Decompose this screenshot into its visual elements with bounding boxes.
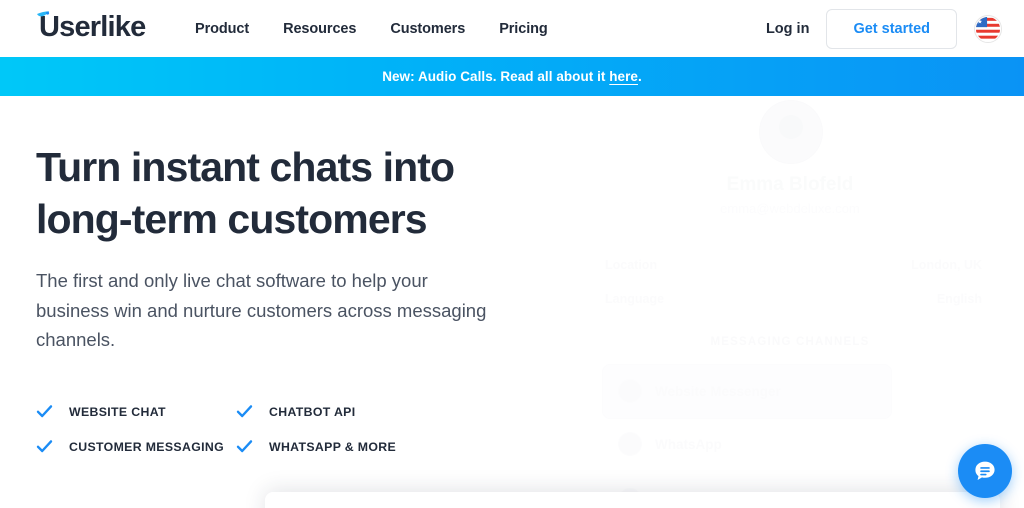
background-channel-label: Website Messenger [655, 383, 781, 399]
feature-item-whatsapp-and-more: WHATSAPP & MORE [236, 438, 436, 455]
check-icon [36, 403, 53, 420]
nav-item-resources[interactable]: Resources [283, 21, 356, 37]
headline-line-2: long-term customers [36, 196, 428, 242]
feature-label: CUSTOMER MESSAGING [69, 439, 225, 454]
announcement-banner-text: New: Audio Calls. Read all about it here… [382, 69, 642, 84]
check-icon [36, 438, 53, 455]
get-started-button[interactable]: Get started [826, 8, 957, 49]
chat-bubble-icon [971, 457, 999, 485]
background-section-title: MESSAGING CHANNELS [710, 336, 870, 348]
feature-item-customer-messaging: CUSTOMER MESSAGING [36, 438, 236, 455]
chat-widget-button[interactable] [958, 444, 1012, 498]
headline-line-1: Turn instant chats into [36, 144, 455, 190]
announcement-text-before: New: Audio Calls. Read all about it [382, 69, 610, 84]
announcement-here-link[interactable]: here [609, 69, 638, 84]
nav-item-pricing[interactable]: Pricing [499, 21, 548, 37]
feature-list: WEBSITE CHAT CHATBOT API CUSTOMER MESSAG… [36, 403, 456, 455]
nav-item-customers[interactable]: Customers [390, 21, 465, 37]
page-title: Turn instant chats into long-term custome… [36, 141, 556, 245]
announcement-text-after: . [637, 69, 642, 84]
background-channel-card [602, 364, 892, 419]
background-channel-whatsapp: WhatsApp [618, 432, 722, 456]
background-row-value-language: English [936, 292, 982, 306]
login-link[interactable]: Log in [766, 21, 810, 37]
background-contact-email: emma@webdeluxe.com [720, 201, 860, 216]
background-contact-name: Emma Blofeld [726, 174, 854, 195]
check-icon [236, 403, 253, 420]
main-navigation: Product Resources Customers Pricing [195, 0, 548, 57]
background-row-label-language: Language [605, 292, 665, 306]
landing-page: Emma Blofeld emma@webdeluxe.com Location… [0, 0, 1024, 508]
whatsapp-icon [618, 432, 642, 456]
feature-label: WHATSAPP & MORE [269, 439, 397, 454]
announcement-banner[interactable]: New: Audio Calls. Read all about it here… [0, 57, 1024, 96]
header-actions: Log in Get started [766, 0, 1002, 57]
background-contact-card-art: Emma Blofeld emma@webdeluxe.com Location… [560, 96, 1024, 508]
background-row-label-location: Location [605, 258, 658, 272]
site-header: Userlike Product Resources Customers Pri… [0, 0, 1024, 57]
feature-label: CHATBOT API [269, 404, 356, 419]
product-screenshot-card-edge [265, 492, 1000, 508]
background-row-value-location: London, UK [911, 258, 982, 272]
feature-label: WEBSITE CHAT [69, 404, 166, 419]
feature-item-website-chat: WEBSITE CHAT [36, 403, 236, 420]
logo-wordmark: Userlike [39, 11, 146, 43]
userlike-bird-logo-icon [36, 11, 54, 23]
language-selector-button[interactable] [974, 14, 1002, 43]
us-flag-icon [975, 16, 1001, 41]
nav-item-product[interactable]: Product [195, 21, 249, 37]
hero-subheadline: The first and only live chat software to… [36, 270, 487, 350]
background-avatar [760, 101, 822, 163]
logo[interactable]: Userlike [36, 10, 146, 48]
background-channel-label: WhatsApp [655, 436, 722, 452]
website-messenger-icon [618, 379, 642, 403]
background-channel-website-messenger: Website Messenger [618, 379, 781, 403]
check-icon [236, 438, 253, 455]
feature-item-chatbot-api: CHATBOT API [236, 403, 436, 420]
